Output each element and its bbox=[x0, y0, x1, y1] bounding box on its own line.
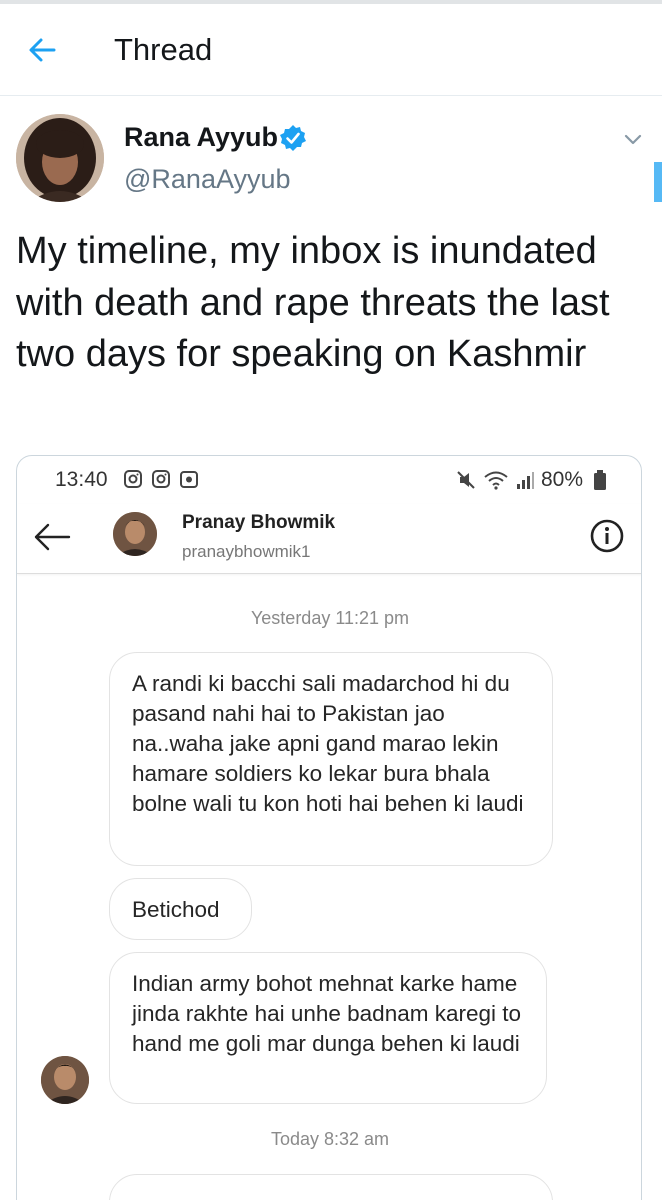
author-avatar[interactable] bbox=[16, 114, 104, 202]
status-time: 13:40 bbox=[55, 468, 108, 491]
page-title: Thread bbox=[114, 32, 213, 67]
chevron-down-icon[interactable] bbox=[622, 128, 644, 150]
wifi-icon bbox=[484, 471, 508, 490]
message-timestamp: Yesterday 11:21 pm bbox=[250, 608, 410, 628]
info-icon[interactable] bbox=[589, 518, 625, 554]
sender-avatar[interactable] bbox=[41, 1056, 89, 1104]
status-right-icons: 80% bbox=[455, 468, 607, 492]
notification-icon bbox=[179, 469, 199, 489]
back-arrow-icon[interactable] bbox=[33, 522, 71, 552]
instagram-icon bbox=[123, 469, 143, 489]
dm-header: Pranay Bhowmik pranaybhowmik1 bbox=[17, 504, 641, 574]
message-bubble: Betichod bbox=[109, 878, 252, 940]
back-arrow-icon[interactable] bbox=[26, 34, 58, 66]
message-timestamp: Today 8:32 am bbox=[270, 1129, 390, 1149]
author-name[interactable]: Rana Ayyub bbox=[124, 122, 278, 153]
message-bubble: Indian army bohot mehnat karke hame jind… bbox=[109, 952, 547, 1104]
mute-icon bbox=[457, 471, 475, 489]
message-bubble bbox=[109, 1174, 553, 1200]
author-handle[interactable]: @RanaAyyub bbox=[124, 164, 291, 195]
verified-badge-icon bbox=[279, 124, 307, 152]
battery-percent: 80% bbox=[540, 468, 583, 491]
instagram-icon bbox=[151, 469, 171, 489]
tweet-text: My timeline, my inbox is inundated with … bbox=[16, 230, 610, 375]
dm-contact-username: pranaybhowmik1 bbox=[182, 542, 311, 561]
dm-avatar[interactable] bbox=[113, 512, 157, 556]
scroll-indicator[interactable] bbox=[654, 162, 662, 202]
dm-contact-name[interactable]: Pranay Bhowmik bbox=[182, 512, 335, 534]
phone-status-bar: 13:40 80% bbox=[17, 456, 641, 504]
battery-icon bbox=[594, 470, 606, 490]
signal-icon bbox=[516, 472, 534, 489]
thread-header: Thread bbox=[0, 4, 662, 96]
tweet-media-image[interactable]: 13:40 80% Pranay Bhowmik pranaybhowmik1 bbox=[16, 455, 642, 1200]
message-bubble: A randi ki bacchi sali madarchod hi du p… bbox=[109, 652, 553, 866]
